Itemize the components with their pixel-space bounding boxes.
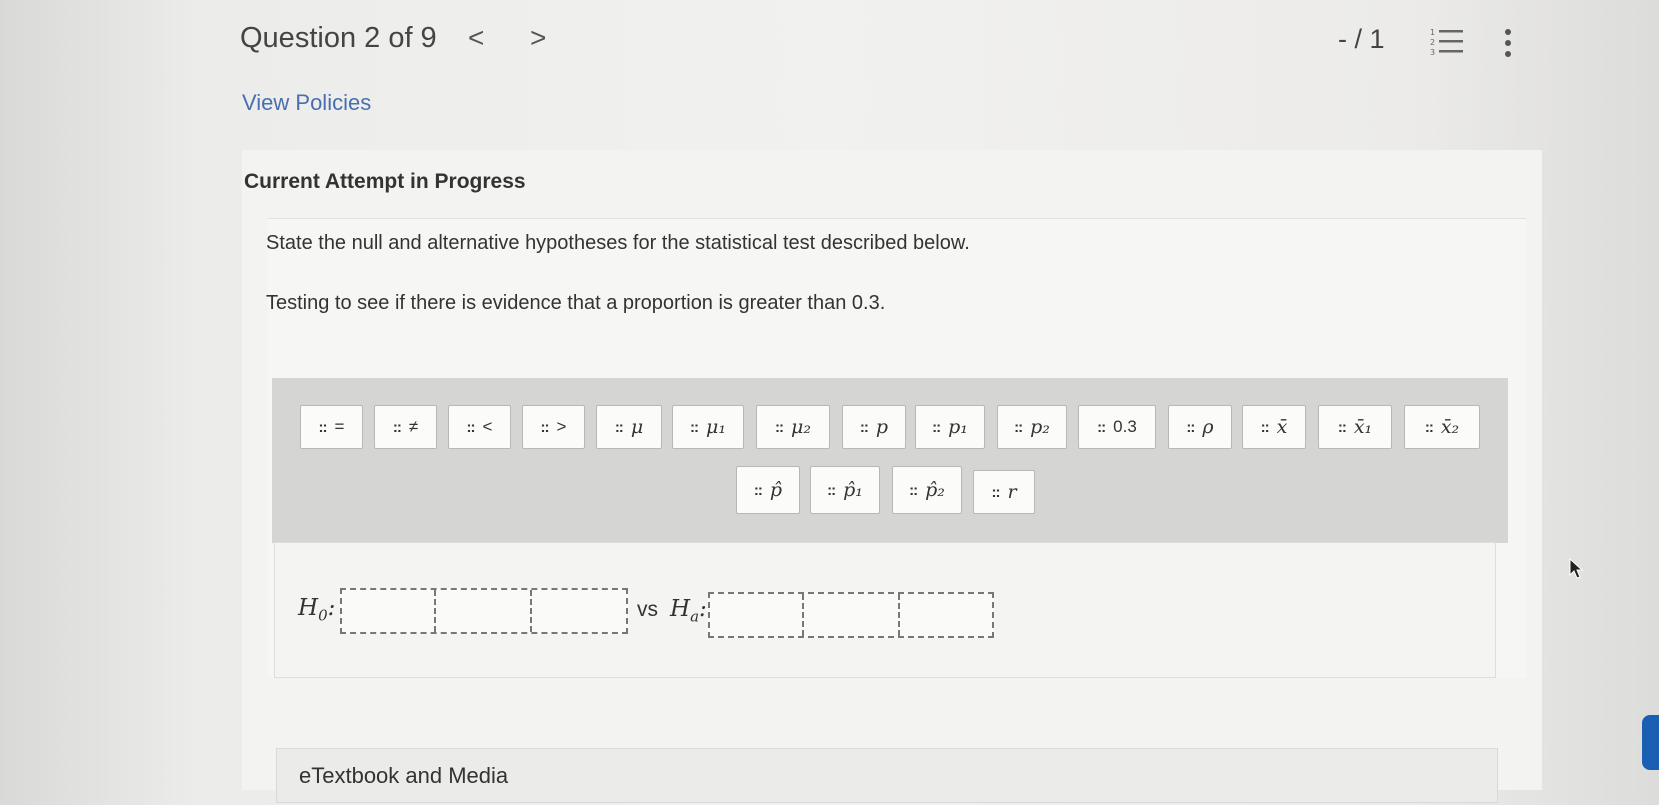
symbol-palette (272, 378, 1508, 543)
ha-label: Ha: (670, 596, 707, 626)
drag-grip-icon: :: (827, 481, 836, 499)
drag-grip-icon: :: (753, 481, 763, 499)
drag-grip-icon: :: (690, 418, 699, 436)
drag-grip-icon: :: (1014, 418, 1023, 436)
chip-p-hat[interactable]: :: p̂ (736, 466, 800, 514)
chip-greater-than[interactable]: :: > (522, 405, 585, 449)
svg-text:1: 1 (1430, 28, 1435, 37)
mouse-pointer-icon (1569, 558, 1584, 579)
chip-p-hat-1[interactable]: :: p̂₁ (810, 466, 880, 514)
drag-grip-icon: :: (859, 418, 869, 436)
drag-grip-icon: :: (1260, 418, 1270, 436)
drag-grip-icon: :: (991, 483, 1000, 501)
drop-slot-divider (530, 590, 532, 632)
chevron-right-icon[interactable]: > (530, 22, 546, 54)
question-scenario: Testing to see if there is evidence that… (266, 292, 886, 314)
attempt-title: Current Attempt in Progress (244, 170, 526, 193)
chevron-left-icon[interactable]: < (468, 22, 484, 54)
chip-rho[interactable]: :: ρ (1168, 405, 1232, 449)
chip-p-hat-2[interactable]: :: p̂₂ (892, 466, 962, 514)
etextbook-media-section[interactable]: eTextbook and Media (276, 748, 1498, 803)
drag-grip-icon: :: (392, 418, 402, 436)
chip-p[interactable]: :: p (842, 405, 906, 449)
h0-label: H0: (298, 595, 336, 625)
svg-text:2: 2 (1430, 38, 1435, 47)
numbered-list-icon[interactable]: 1 2 3 (1430, 26, 1464, 58)
chip-mu[interactable]: :: μ (596, 405, 662, 449)
chip-p2[interactable]: :: p₂ (997, 405, 1067, 449)
ha-drop-zone[interactable] (708, 592, 994, 638)
chip-mu2[interactable]: :: μ₂ (756, 405, 830, 449)
drag-grip-icon: :: (318, 418, 328, 436)
h0-drop-zone[interactable] (340, 588, 628, 634)
drop-slot-divider (898, 594, 900, 636)
drag-grip-icon: :: (614, 418, 624, 436)
drag-grip-icon: :: (932, 418, 941, 436)
etextbook-media-label: eTextbook and Media (299, 763, 509, 788)
question-header: Question 2 of 9 < > - / 1 1 2 3 (240, 18, 1530, 66)
chip-not-equal[interactable]: :: ≠ (374, 405, 437, 449)
chip-x-bar-1[interactable]: :: x̄₁ (1318, 405, 1392, 449)
drag-grip-icon: :: (775, 418, 784, 436)
chip-x-bar-2[interactable]: :: x̄₂ (1404, 405, 1480, 449)
drag-grip-icon: :: (1424, 418, 1434, 436)
side-widget-tab[interactable] (1642, 715, 1659, 770)
drag-grip-icon: :: (540, 418, 550, 436)
drop-slot-divider (802, 594, 804, 636)
chip-x-bar[interactable]: :: x̄ (1242, 405, 1306, 449)
drag-grip-icon: :: (1186, 418, 1195, 436)
chip-mu1[interactable]: :: μ₁ (672, 405, 744, 449)
chip-r[interactable]: :: r (973, 470, 1035, 514)
chip-value-0-3[interactable]: :: 0.3 (1078, 405, 1156, 449)
chip-less-than[interactable]: :: < (448, 405, 511, 449)
vertical-ellipsis-icon[interactable] (1502, 28, 1514, 58)
score-display: - / 1 (1338, 24, 1385, 54)
view-policies-link[interactable]: View Policies (242, 90, 371, 116)
question-prompt: State the null and alternative hypothese… (266, 232, 970, 254)
drag-grip-icon: :: (1097, 418, 1106, 436)
chip-equals[interactable]: :: = (300, 405, 363, 449)
question-title: Question 2 of 9 (240, 22, 437, 54)
svg-text:3: 3 (1430, 48, 1435, 57)
chip-p1[interactable]: :: p₁ (915, 405, 985, 449)
drag-grip-icon: :: (466, 418, 476, 436)
vs-label: vs (637, 598, 658, 621)
drop-slot-divider (434, 590, 436, 632)
drag-grip-icon: :: (909, 481, 918, 499)
drag-grip-icon: :: (1337, 418, 1347, 436)
